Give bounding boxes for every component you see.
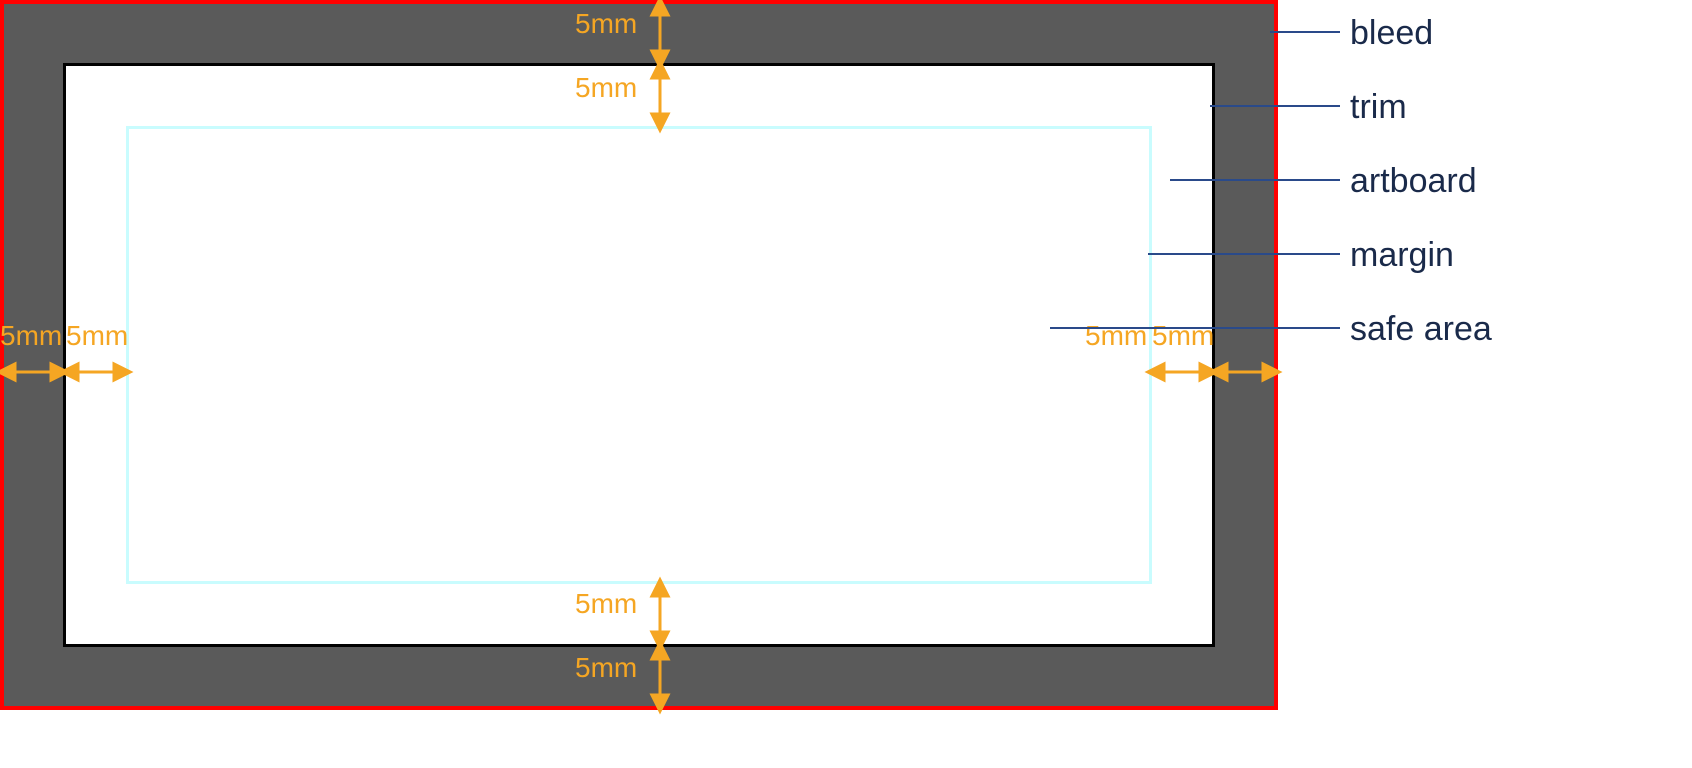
dim-top-inner: 5mm bbox=[575, 72, 637, 104]
dim-right-outer: 5mm bbox=[1152, 320, 1214, 352]
dim-bottom-inner: 5mm bbox=[575, 588, 637, 620]
legend-safe: safe area bbox=[1350, 310, 1492, 349]
legend-artboard: artboard bbox=[1350, 162, 1477, 201]
diagram-canvas: 5mm 5mm 5mm 5mm 5mm 5mm 5mm 5mm bleed tr… bbox=[0, 0, 1692, 768]
legend-bleed: bleed bbox=[1350, 14, 1433, 53]
legend-margin: margin bbox=[1350, 236, 1454, 275]
legend-trim: trim bbox=[1350, 88, 1407, 127]
dim-right-inner: 5mm bbox=[1085, 320, 1147, 352]
dim-left-inner: 5mm bbox=[66, 320, 128, 352]
dim-left-outer: 5mm bbox=[0, 320, 62, 352]
dim-bottom-outer: 5mm bbox=[575, 652, 637, 684]
margin-box bbox=[126, 126, 1152, 584]
dim-top-outer: 5mm bbox=[575, 8, 637, 40]
